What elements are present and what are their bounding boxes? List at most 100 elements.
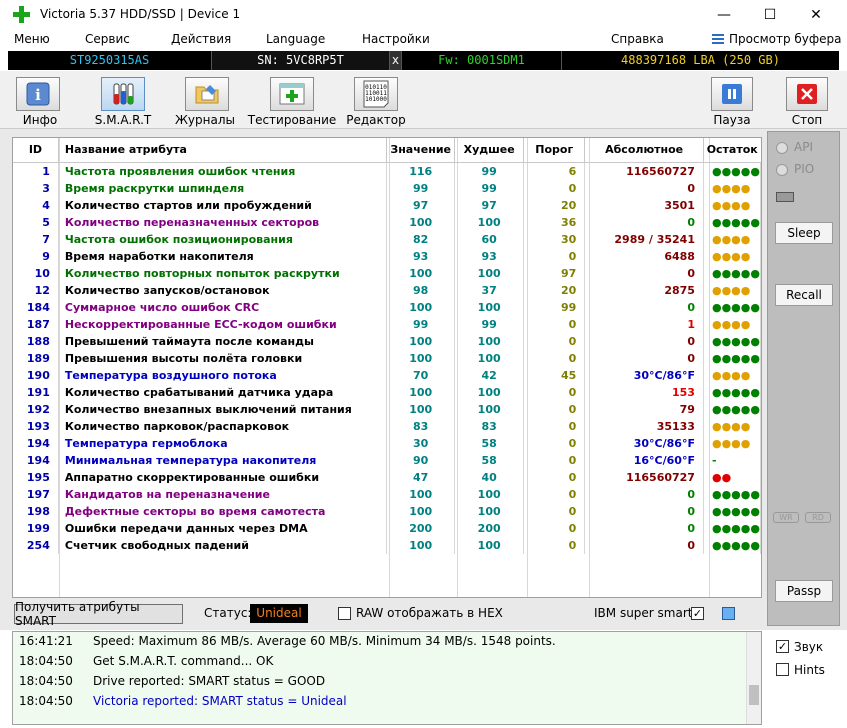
attr-absolute: 0 [584,502,704,520]
table-row[interactable]: 184 Суммарное число ошибок CRC 100 100 99 0 ●●… [13,298,761,316]
wr-indicator: WR [773,512,799,523]
table-row[interactable]: 193 Количество парковок/распарковок 83 83 0 3… [13,417,761,435]
table-row[interactable]: 254 Счетчик свободных падений 100 100 0 0 ●●●●… [13,536,761,554]
attr-absolute: 16°C/60°F [584,451,704,469]
table-row[interactable]: 3 Время раскрутки шпинделя 99 99 0 0 ●●●● [13,179,761,197]
attr-worst: 40 [454,468,525,486]
col-value-header[interactable]: Значение [386,138,456,163]
table-row[interactable]: 198 Дефектные секторы во время самотеста 1… [13,502,761,520]
attr-absolute: 153 [584,383,704,401]
attr-name: Частота проявления ошибок чтения [58,162,388,180]
attr-name: Время наработки накопителя [58,247,388,265]
attr-value: 100 [386,536,456,554]
menu-main[interactable]: Меню [14,32,50,46]
logs-button[interactable] [185,77,229,111]
table-row[interactable]: 194 Минимальная температура накопителя 90 5… [13,451,761,469]
attr-absolute: 1 [584,315,704,333]
log-message: Drive reported: SMART status = GOOD [93,674,326,688]
table-row[interactable]: 188 Превышений таймаута после команды 100 1… [13,332,761,350]
log-message: Get S.M.A.R.T. command... OK [93,654,274,668]
table-row[interactable]: 12 Количество запусков/остановок 98 37 20 287… [13,281,761,299]
table-row[interactable]: 1 Частота проявления ошибок чтения 116 99 6 1… [13,162,761,180]
attr-worst: 100 [454,213,525,231]
col-absolute-header[interactable]: Абсолютное [584,138,704,163]
minimize-button[interactable]: — [701,0,747,30]
attr-worst: 100 [454,298,525,316]
col-worst-header[interactable]: Худшее [454,138,525,163]
col-remaining-header[interactable]: Остаток [703,138,761,163]
pio-label: PIO [794,162,815,176]
table-row[interactable]: 197 Кандидатов на переназначение 100 100 0 0 ●… [13,485,761,503]
stop-button[interactable] [786,77,828,111]
table-row[interactable]: 7 Частота ошибок позиционирования 82 60 30 29… [13,230,761,248]
table-row[interactable]: 194 Температура гермоблока 30 58 0 30°C/86°F ●… [13,434,761,452]
attr-name: Количество срабатываний датчика удара [58,383,388,401]
attr-value: 83 [386,417,456,435]
menu-language[interactable]: Language [266,32,325,46]
table-row[interactable]: 199 Ошибки передачи данных через DMA 200 20… [13,519,761,537]
sleep-button[interactable]: Sleep [775,222,833,244]
menu-settings[interactable]: Настройки [362,32,430,46]
recall-button[interactable]: Recall [775,284,833,306]
table-row[interactable]: 187 Нескорректированные ECC-кодом ошибки 9… [13,315,761,333]
attr-absolute: 0 [584,264,704,282]
hints-checkbox[interactable] [776,663,789,676]
pio-radio[interactable] [776,164,788,176]
attr-name: Количество стартов или пробуждений [58,196,388,214]
table-row[interactable]: 9 Время наработки накопителя 93 93 0 6488 ●●●● [13,247,761,265]
attr-threshold: 0 [523,485,586,503]
attr-threshold: 6 [523,162,586,180]
close-button[interactable]: ✕ [793,0,839,30]
attr-threshold: 0 [523,536,586,554]
buffer-view-button[interactable]: Просмотр буфера [712,32,842,46]
col-name-header[interactable]: Название атрибута [58,138,388,163]
status-value-badge: Unideal [250,604,308,623]
table-row[interactable]: 5 Количество переназначенных секторов 100 1… [13,213,761,231]
editor-button[interactable]: 010110 110011 101000 [354,77,398,111]
attr-absolute: 3501 [584,196,704,214]
table-row[interactable]: 190 Температура воздушного потока 70 42 45 30… [13,366,761,384]
raw-hex-checkbox[interactable] [338,607,351,620]
attr-worst: 58 [454,451,525,469]
table-row[interactable]: 4 Количество стартов или пробуждений 97 97 2… [13,196,761,214]
pause-icon [722,84,742,104]
ibm-super-smart-checkbox[interactable]: ✓ [691,607,704,620]
attr-remaining: ●●●●● [703,264,761,282]
menu-actions[interactable]: Действия [171,32,231,46]
attr-threshold: 20 [523,196,586,214]
pause-button[interactable] [711,77,753,111]
api-radio[interactable] [776,142,788,154]
get-smart-attributes-button[interactable]: Получить атрибуты SMART [14,600,183,628]
attr-id: 198 [13,502,59,520]
table-row[interactable]: 195 Аппаратно скорректированные ошибки 47 4… [13,468,761,486]
smart-table[interactable]: ID Название атрибута Значение Худшее Пор… [12,137,762,598]
color-indicator-icon[interactable] [722,607,735,620]
info-button[interactable]: i [16,77,60,111]
sound-checkbox[interactable]: ✓ [776,640,789,653]
log-scrollbar[interactable] [746,632,761,724]
menu-service[interactable]: Сервис [85,32,130,46]
menu-help[interactable]: Справка [611,32,664,46]
table-row[interactable]: 10 Количество повторных попыток раскрутки… [13,264,761,282]
scrollbar-thumb[interactable] [749,685,759,705]
log-time: 18:04:50 [19,694,73,708]
attr-absolute: 0 [584,519,704,537]
col-threshold-header[interactable]: Порог [523,138,586,163]
smart-button[interactable] [101,77,145,111]
col-id-header[interactable]: ID [13,138,59,163]
logs-label: Журналы [175,113,235,127]
attr-absolute: 35133 [584,417,704,435]
passp-button[interactable]: Passp [775,580,833,602]
log-panel[interactable]: 16:41:21 Speed: Maximum 86 MB/s. Average … [12,631,762,725]
close-device-icon[interactable]: x [390,51,402,70]
attr-name: Температура воздушного потока [58,366,388,384]
table-row[interactable]: 189 Превышения высоты полёта головки 100 10… [13,349,761,367]
table-row[interactable]: 192 Количество внезапных выключений питан… [13,400,761,418]
attr-remaining: ●●●●● [703,400,761,418]
maximize-button[interactable]: ☐ [747,0,793,30]
attr-remaining: ●●●● [703,196,761,214]
test-button[interactable] [270,77,314,111]
attr-threshold: 30 [523,230,586,248]
table-row[interactable]: 191 Количество срабатываний датчика удара… [13,383,761,401]
stop-icon [797,84,817,104]
